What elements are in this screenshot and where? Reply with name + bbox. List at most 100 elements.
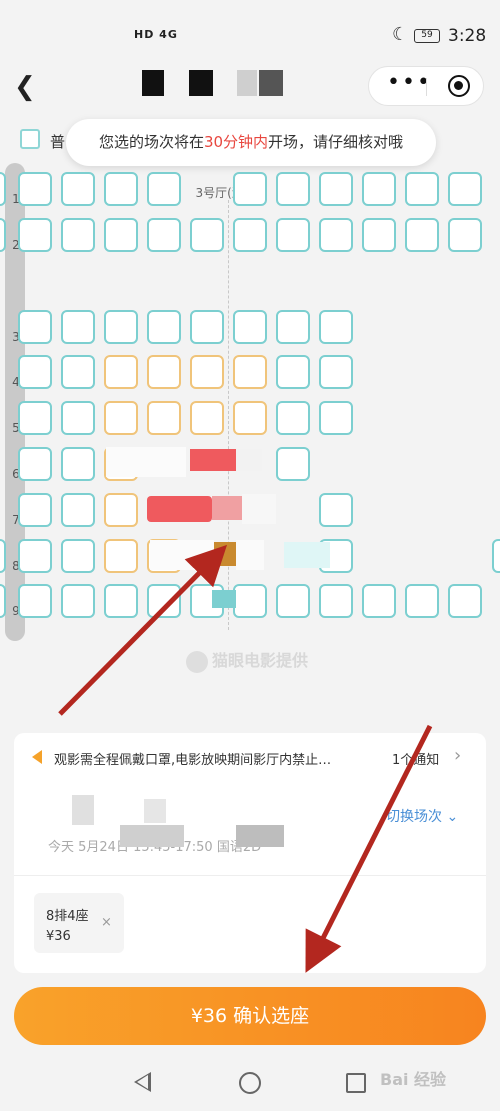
seat[interactable] — [319, 310, 353, 344]
seat[interactable] — [147, 355, 181, 389]
seat[interactable] — [405, 218, 439, 252]
close-miniprogram-icon[interactable] — [448, 75, 470, 97]
seat[interactable] — [233, 401, 267, 435]
arrow-to-selected-seat — [58, 544, 228, 716]
panel-divider — [14, 875, 486, 876]
seat[interactable] — [18, 355, 52, 389]
info-redaction — [236, 825, 284, 847]
seat[interactable] — [362, 218, 396, 252]
seat[interactable] — [61, 172, 95, 206]
seat[interactable] — [362, 584, 396, 618]
seat[interactable] — [319, 355, 353, 389]
nav-back-icon[interactable] — [134, 1072, 151, 1092]
seat[interactable] — [104, 310, 138, 344]
legend-checkbox[interactable] — [20, 129, 40, 149]
status-bar: HD 4G ☾ 59 3:28 — [0, 0, 500, 62]
seat[interactable] — [61, 310, 95, 344]
seat[interactable] — [104, 539, 138, 573]
seat[interactable] — [405, 172, 439, 206]
back-icon[interactable]: ❮ — [14, 72, 36, 102]
seat[interactable] — [190, 401, 224, 435]
seat[interactable] — [233, 172, 267, 206]
seat[interactable] — [104, 584, 138, 618]
seat[interactable] — [276, 172, 310, 206]
seat[interactable] — [276, 401, 310, 435]
seat[interactable] — [61, 401, 95, 435]
seat[interactable] — [233, 584, 267, 618]
seat[interactable] — [104, 401, 138, 435]
seat[interactable] — [405, 584, 439, 618]
seat[interactable] — [190, 218, 224, 252]
blur-patch — [236, 540, 264, 570]
seat[interactable] — [61, 447, 95, 481]
nav-bar: ❮ ••• — [0, 62, 500, 114]
seat[interactable] — [362, 172, 396, 206]
confirm-seat-button[interactable]: ¥36 确认选座 — [14, 987, 486, 1045]
notice-bar[interactable]: 观影需全程佩戴口罩,电影放映期间影厅内禁止… 1个通知 › — [14, 733, 486, 785]
seat[interactable] — [319, 218, 353, 252]
seat[interactable] — [18, 218, 52, 252]
seat[interactable] — [0, 539, 6, 573]
seat[interactable] — [276, 310, 310, 344]
seat[interactable] — [233, 355, 267, 389]
seat[interactable] — [61, 539, 95, 573]
toast-highlight: 30分钟内 — [203, 133, 269, 151]
seat[interactable] — [18, 172, 52, 206]
seat[interactable] — [61, 493, 95, 527]
chevron-right-icon: › — [454, 745, 462, 766]
remove-seat-icon[interactable]: × — [101, 915, 112, 930]
seat[interactable] — [319, 401, 353, 435]
seat[interactable] — [18, 310, 52, 344]
baidu-jingyan-watermark: Bai 经验 — [380, 1070, 447, 1089]
seat[interactable] — [104, 218, 138, 252]
seat[interactable] — [18, 447, 52, 481]
seat[interactable] — [18, 493, 52, 527]
seat[interactable] — [319, 584, 353, 618]
title-redaction — [142, 70, 164, 96]
seat[interactable] — [147, 401, 181, 435]
seat[interactable] — [18, 539, 52, 573]
notice-text: 观影需全程佩戴口罩,电影放映期间影厅内禁止… — [54, 753, 332, 768]
seat[interactable] — [276, 355, 310, 389]
seat[interactable] — [448, 172, 482, 206]
seat[interactable] — [104, 355, 138, 389]
order-panel: 观影需全程佩戴口罩,电影放映期间影厅内禁止… 1个通知 › 切换场次 ⌄ 今天 … — [14, 733, 486, 973]
seat[interactable] — [0, 218, 6, 252]
seat[interactable] — [147, 172, 181, 206]
blur-patch — [212, 496, 242, 520]
seat[interactable] — [448, 218, 482, 252]
chevron-down-icon: ⌄ — [446, 809, 459, 825]
seat[interactable] — [61, 218, 95, 252]
seat[interactable] — [276, 447, 310, 481]
toast-prefix: 您选的场次将在 — [98, 133, 204, 151]
seat[interactable] — [0, 172, 6, 206]
nav-home-icon[interactable] — [239, 1072, 261, 1094]
switch-show-button[interactable]: 切换场次 ⌄ — [386, 806, 458, 826]
seat[interactable] — [276, 218, 310, 252]
seat[interactable] — [61, 355, 95, 389]
seat[interactable] — [61, 584, 95, 618]
battery-icon: 59 — [414, 29, 440, 43]
seat[interactable] — [276, 584, 310, 618]
seat[interactable] — [0, 584, 6, 618]
seat[interactable] — [147, 584, 181, 618]
nav-recent-apps-icon[interactable] — [346, 1073, 366, 1093]
seat[interactable] — [492, 539, 500, 573]
seat[interactable] — [319, 493, 353, 527]
seat[interactable] — [18, 584, 52, 618]
seat[interactable] — [233, 218, 267, 252]
seat[interactable] — [104, 172, 138, 206]
seat[interactable] — [233, 310, 267, 344]
seat[interactable] — [448, 584, 482, 618]
seat[interactable] — [104, 493, 138, 527]
cat-logo-icon — [186, 650, 208, 673]
seat[interactable] — [190, 355, 224, 389]
seat[interactable] — [147, 218, 181, 252]
title-redaction — [237, 70, 257, 96]
network-indicator: HD 4G — [134, 28, 178, 41]
seat[interactable] — [190, 310, 224, 344]
do-not-disturb-icon: ☾ — [392, 24, 409, 45]
seat[interactable] — [147, 310, 181, 344]
seat[interactable] — [319, 172, 353, 206]
seat[interactable] — [18, 401, 52, 435]
